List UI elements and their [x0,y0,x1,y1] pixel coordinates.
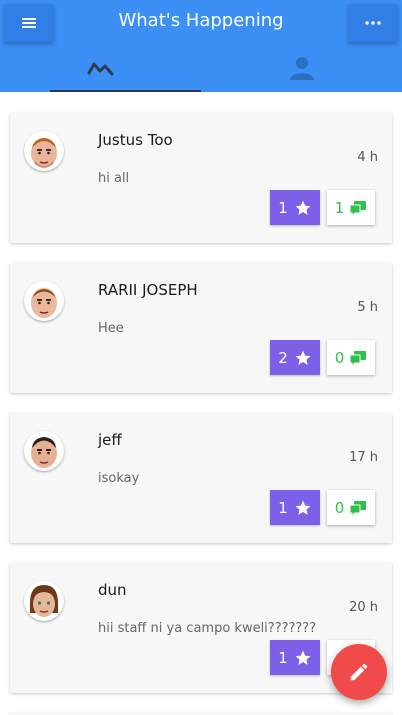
star-icon [295,500,311,515]
post-time: 20 h [349,600,378,615]
comment-count: 0 [334,498,345,517]
post-author[interactable]: Justus Too [98,131,173,149]
comment-icon [349,350,367,366]
post-feed: Justus Too 4 h hi all 1 1 RARII JOSEPH 5 [0,92,402,715]
like-count: 2 [278,348,288,367]
face-avatar-icon [31,437,57,468]
comment-count: 0 [334,348,345,367]
star-icon [295,200,311,215]
app-header: What's Happening [0,0,402,92]
tab-profile[interactable] [201,44,402,92]
like-count: 1 [278,648,288,667]
new-post-button[interactable] [331,644,387,700]
avatar[interactable] [24,131,64,171]
face-avatar-icon [31,138,57,168]
post-message: hi all [98,171,130,186]
star-icon [295,350,311,365]
post-time: 4 h [357,150,378,165]
like-button[interactable]: 2 [270,340,320,375]
hamburger-icon [22,18,36,28]
like-button[interactable]: 1 [270,640,320,675]
avatar[interactable] [24,281,64,321]
like-count: 1 [278,198,288,217]
comment-button[interactable]: 0 [327,490,375,525]
more-dots-icon [365,21,381,25]
activity-icon [87,62,113,76]
comment-icon [349,500,367,516]
post-card[interactable]: Justus Too 4 h hi all 1 1 [10,113,392,243]
post-message: Hee [98,321,124,336]
like-button[interactable]: 1 [270,490,320,525]
comment-button[interactable]: 0 [327,340,375,375]
star-icon [295,650,311,665]
like-count: 1 [278,498,288,517]
tab-bar [0,44,402,92]
comment-icon [349,200,367,216]
person-icon [289,57,314,80]
post-card[interactable]: RARII JOSEPH 5 h Hee 2 0 [10,263,392,393]
avatar[interactable] [24,431,64,471]
post-card[interactable]: jeff 17 h isokay 1 0 [10,413,392,543]
tab-activity[interactable] [0,44,201,92]
post-author[interactable]: RARII JOSEPH [98,281,198,299]
like-button[interactable]: 1 [270,190,320,225]
more-button[interactable] [348,4,398,42]
post-author[interactable]: jeff [98,431,122,449]
post-message: isokay [98,471,140,486]
post-author[interactable]: dun [98,581,127,599]
post-time: 5 h [357,300,378,315]
pencil-icon [350,663,368,681]
face-avatar-icon [31,288,57,318]
face-avatar-icon [30,585,58,617]
page-title: What's Happening [118,10,284,31]
avatar[interactable] [24,581,64,621]
comment-count: 1 [334,198,345,217]
menu-button[interactable] [4,4,54,42]
post-message: hii staff ni ya campo kweli??????? [98,621,317,636]
comment-button[interactable]: 1 [327,190,375,225]
post-time: 17 h [349,450,378,465]
